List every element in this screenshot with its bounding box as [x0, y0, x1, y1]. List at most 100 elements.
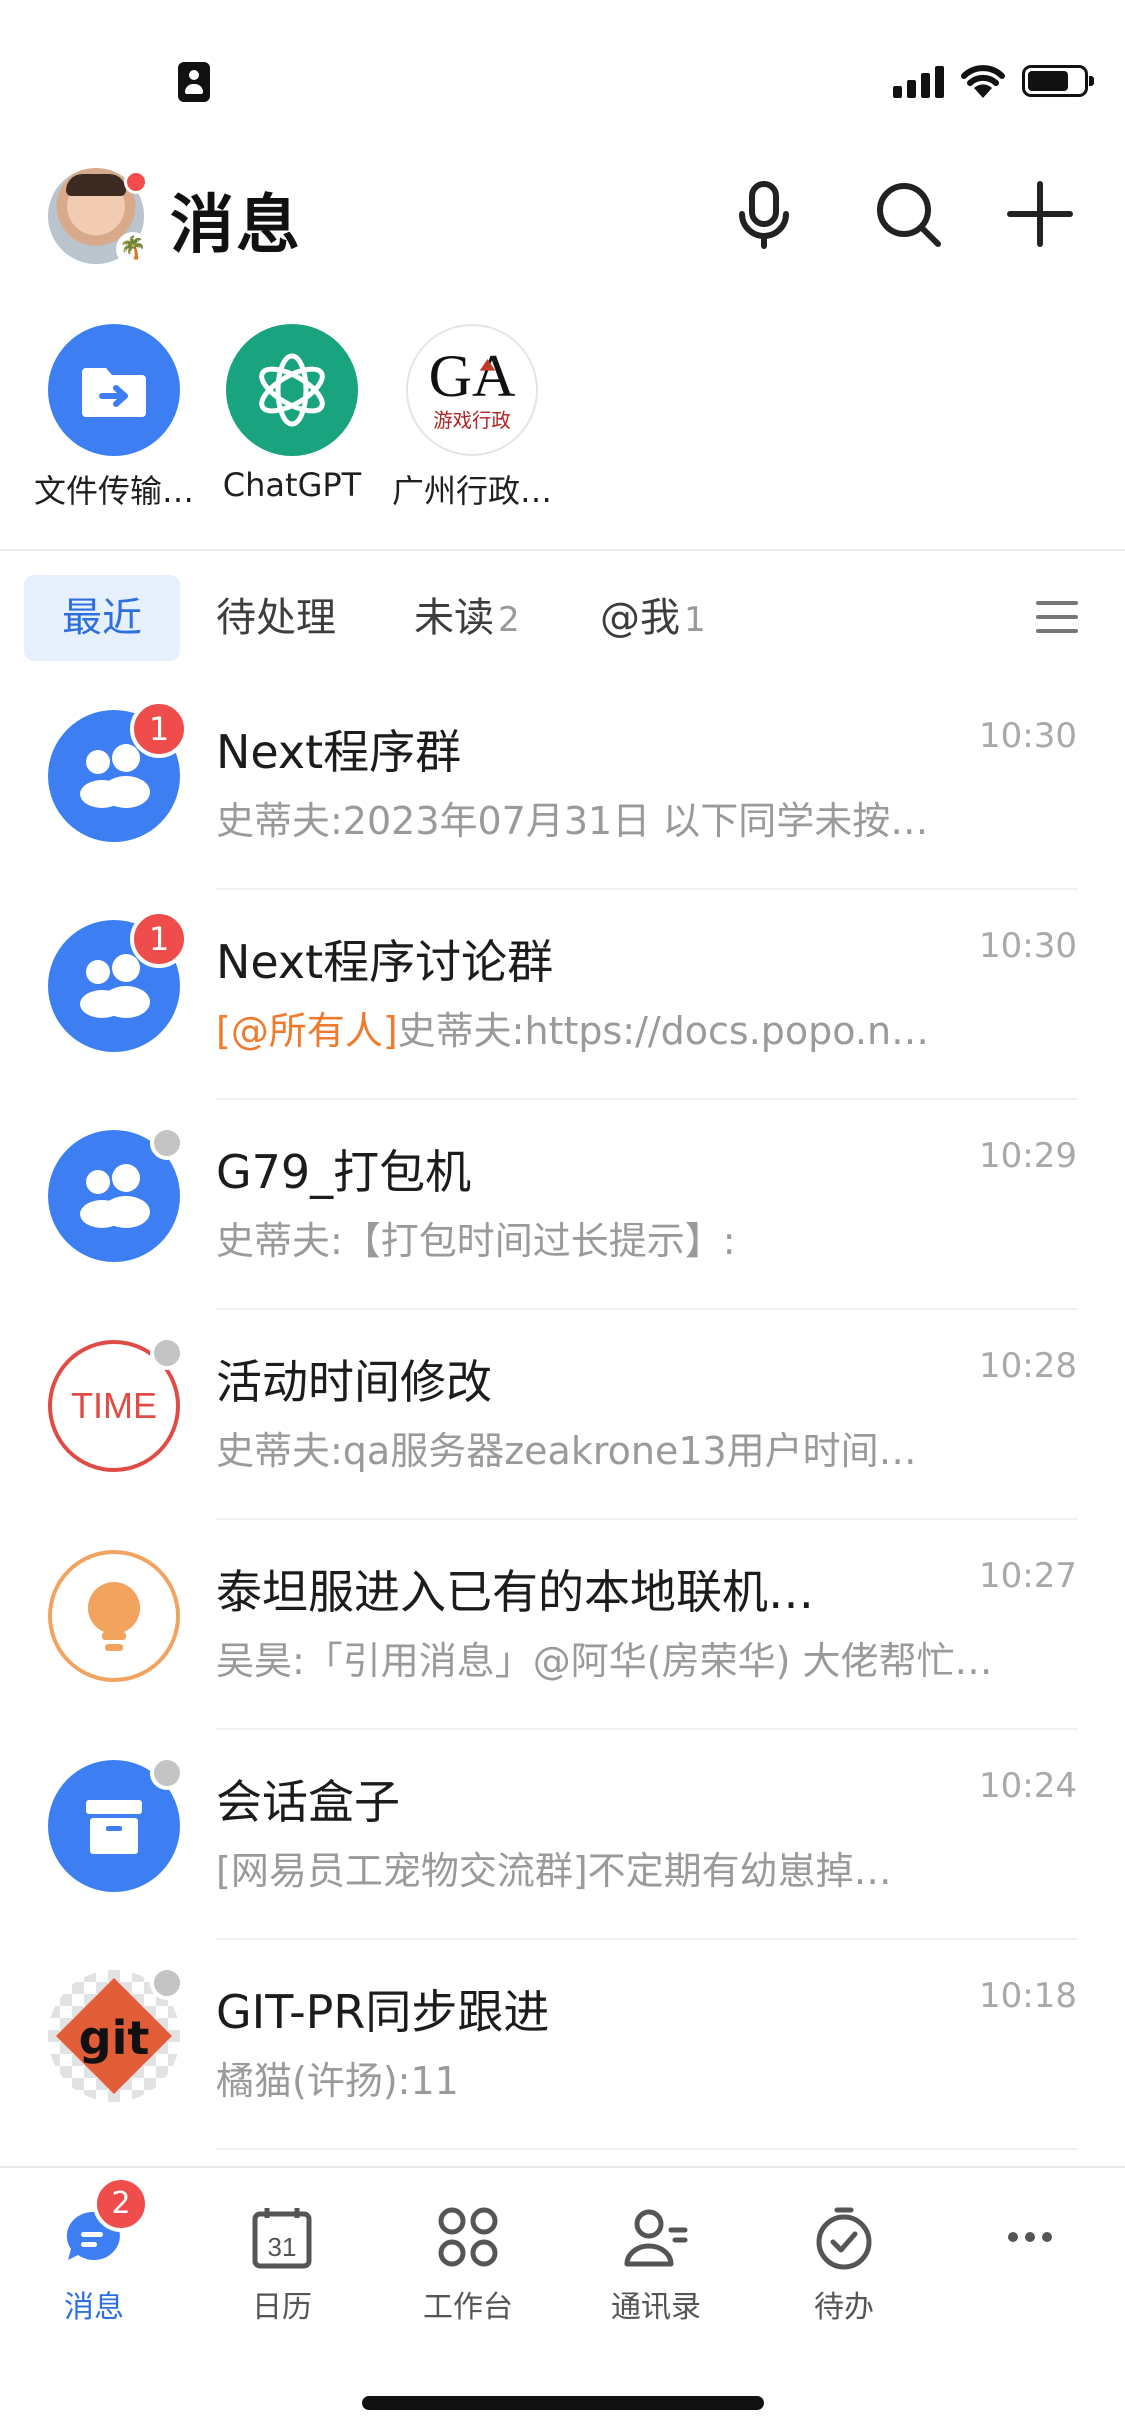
tab-label: 通讯录	[611, 2290, 701, 2325]
chat-time: 10:28	[979, 1346, 1077, 1386]
tab-label: 工作台	[423, 2290, 513, 2325]
mention-all-tag: [@所有人]	[216, 1009, 398, 1053]
chat-time: 10:24	[979, 1766, 1077, 1806]
menu-icon[interactable]	[1036, 597, 1078, 637]
chat-title: Next程序讨论群	[216, 935, 554, 989]
pinned-shortcuts: 文件传输… ChatGPT GA 游戏行政 广州行政…	[0, 320, 1125, 520]
chat-item[interactable]: 泰坦服进入已有的本地联机… 10:27 吴昊:「引用消息」@阿华(房荣华) 大佬…	[0, 1520, 1125, 1730]
cellular-signal-icon	[893, 64, 945, 98]
chat-time: 10:30	[979, 716, 1077, 756]
pinned-label: ChatGPT	[222, 466, 362, 504]
chat-time: 10:30	[979, 926, 1077, 966]
ga-game-admin-logo: GA 游戏行政	[406, 324, 538, 456]
unread-badge: 1	[130, 910, 188, 968]
wifi-icon	[961, 65, 1005, 98]
status-bar	[0, 0, 1125, 150]
pinned-chatgpt[interactable]: ChatGPT	[202, 320, 382, 504]
pinned-label: 广州行政…	[391, 472, 552, 510]
chat-title: 会话盒子	[216, 1775, 400, 1829]
chat-title: G79_打包机	[216, 1145, 472, 1199]
chat-preview: [网易员工宠物交流群]不定期有幼崽掉…	[216, 1849, 892, 1893]
tab-count: 2	[498, 600, 520, 640]
chat-preview: 史蒂夫:2023年07月31日 以下同学未按…	[216, 799, 929, 843]
tab-badge: 2	[93, 2176, 149, 2232]
chat-item[interactable]: 1 Next程序群 10:30 史蒂夫:2023年07月31日 以下同学未按…	[0, 680, 1125, 890]
chat-preview: 橘猫(许扬):11	[216, 2059, 459, 2103]
avatar[interactable]: 🌴	[48, 168, 150, 266]
tab-label: 待处理	[216, 595, 336, 641]
tab-recent[interactable]: 最近	[24, 575, 180, 661]
chat-preview: 史蒂夫:【打包时间过长提示】:	[216, 1219, 736, 1263]
divider	[0, 549, 1125, 551]
message-icon: 2	[59, 2176, 149, 2272]
tabbar-workbench[interactable]: 工作台	[398, 2202, 538, 2326]
pinned-label: 文件传输…	[33, 472, 194, 510]
tabbar-todo[interactable]: 待办	[774, 2202, 914, 2326]
more-icon	[995, 2202, 1065, 2272]
tab-label: 最近	[62, 595, 142, 641]
workbench-icon	[433, 2202, 503, 2272]
calendar-day: 31	[268, 2232, 297, 2262]
calendar-icon: 31	[247, 2202, 317, 2272]
tab-label: 日历	[252, 2290, 312, 2325]
chat-item[interactable]: git GIT-PR同步跟进 10:18 橘猫(许扬):11	[0, 1940, 1125, 2150]
search-icon[interactable]	[868, 174, 948, 254]
chatgpt-logo-icon	[226, 324, 358, 456]
tab-label: 待办	[814, 2290, 874, 2325]
tab-label: 消息	[64, 2290, 124, 2325]
mute-dot	[150, 1966, 184, 2000]
avatar-status-dot	[124, 170, 148, 194]
chat-item[interactable]: 会话盒子 10:24 [网易员工宠物交流群]不定期有幼崽掉…	[0, 1730, 1125, 1940]
tabbar-messages[interactable]: 2 消息	[24, 2176, 164, 2326]
battery-icon	[1022, 65, 1094, 97]
todo-timer-icon	[809, 2202, 879, 2272]
chat-preview: 史蒂夫:qa服务器zeakrone13用户时间…	[216, 1429, 917, 1473]
chat-item[interactable]: TIME 活动时间修改 10:28 史蒂夫:qa服务器zeakrone13用户时…	[0, 1310, 1125, 1520]
mute-dot	[150, 1756, 184, 1790]
chat-title: Next程序群	[216, 725, 462, 779]
contacts-icon	[621, 2202, 691, 2272]
chat-item[interactable]: G79_打包机 10:29 史蒂夫:【打包时间过长提示】:	[0, 1100, 1125, 1310]
tab-label: 未读	[414, 595, 494, 641]
unread-badge: 1	[130, 700, 188, 758]
mute-dot	[150, 1336, 184, 1370]
palm-tree-icon: 🌴	[116, 232, 150, 266]
tab-label: @我	[600, 595, 680, 641]
chat-preview: 吴昊:「引用消息」@阿华(房荣华) 大佬帮忙…	[216, 1639, 993, 1683]
logo-text: git	[79, 2011, 150, 2065]
tab-pending[interactable]: 待处理	[216, 575, 336, 661]
contact-card-icon	[178, 62, 210, 102]
chat-time: 10:18	[979, 1976, 1077, 2016]
chat-title: 活动时间修改	[216, 1355, 492, 1409]
chat-item[interactable]: 1 Next程序讨论群 10:30 [@所有人]史蒂夫:https://docs…	[0, 890, 1125, 1100]
logo-text: TIME	[71, 1385, 157, 1426]
avatar-hair	[66, 174, 126, 196]
chat-list: 1 Next程序群 10:30 史蒂夫:2023年07月31日 以下同学未按… …	[0, 680, 1125, 2150]
header: 🌴 消息	[0, 160, 1125, 270]
lightbulb-icon	[48, 1550, 180, 1682]
home-indicator[interactable]	[362, 2396, 764, 2410]
pinned-file-transfer[interactable]: 文件传输…	[24, 320, 204, 512]
tabbar-more[interactable]	[960, 2202, 1100, 2282]
mute-dot	[150, 1126, 184, 1160]
tabbar-calendar[interactable]: 31 日历	[212, 2202, 352, 2326]
chat-title: 泰坦服进入已有的本地联机…	[216, 1565, 814, 1619]
tab-unread[interactable]: 未读 2	[414, 575, 520, 661]
filter-tabs: 最近 待处理 未读 2 @我 1	[0, 575, 1125, 661]
plus-icon[interactable]	[1000, 174, 1080, 254]
svg-text:GA: GA	[429, 343, 516, 410]
chat-preview: [@所有人]史蒂夫:https://docs.popo.n…	[216, 1000, 1076, 1055]
pinned-guangzhou-admin[interactable]: GA 游戏行政 广州行政…	[382, 320, 562, 512]
microphone-icon[interactable]	[724, 174, 804, 254]
divider	[216, 2148, 1077, 2150]
preview-text: 史蒂夫:https://docs.popo.n…	[397, 1009, 930, 1053]
tab-at-me[interactable]: @我 1	[600, 575, 706, 661]
tabbar-contacts[interactable]: 通讯录	[586, 2202, 726, 2326]
chat-title: GIT-PR同步跟进	[216, 1985, 550, 2039]
chat-time: 10:29	[979, 1136, 1077, 1176]
chat-time: 10:27	[979, 1556, 1077, 1596]
tab-count: 1	[684, 600, 706, 640]
page-title: 消息	[170, 189, 302, 263]
file-transfer-icon	[48, 324, 180, 456]
logo-text: 游戏行政	[433, 409, 511, 432]
